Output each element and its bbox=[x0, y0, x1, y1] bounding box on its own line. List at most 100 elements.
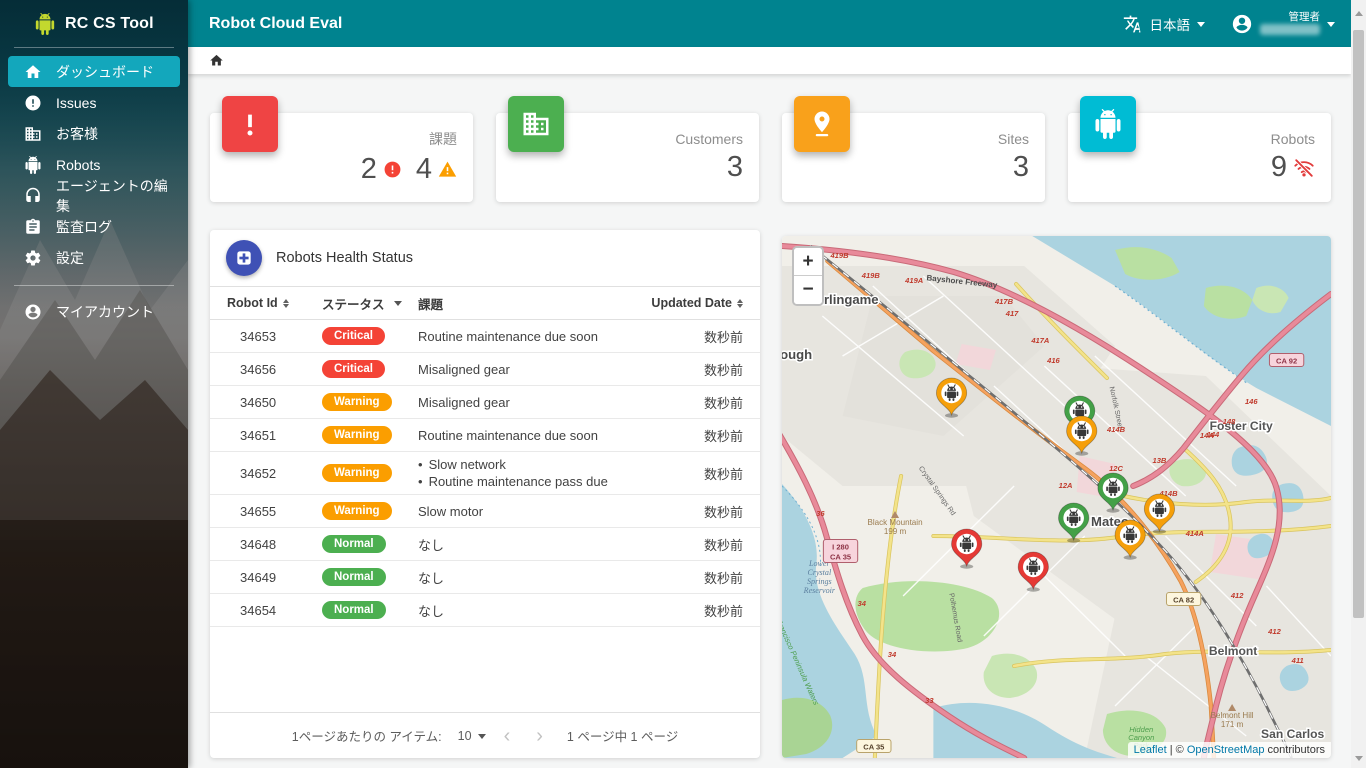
sidebar-item-issues[interactable]: Issues bbox=[8, 87, 180, 118]
table-row[interactable]: 34654 Normal なし 数秒前 bbox=[210, 594, 760, 627]
per-page-label: 1ページあたりの アイテム: bbox=[291, 730, 442, 744]
status-badge: Warning bbox=[322, 502, 392, 520]
prev-page-button[interactable]: ‹ bbox=[496, 726, 519, 746]
svg-text:417A: 417A bbox=[1030, 336, 1049, 345]
svg-text:417: 417 bbox=[1005, 309, 1019, 318]
robot-id-cell: 34651 bbox=[240, 427, 277, 443]
app-logo[interactable]: RC CS Tool bbox=[0, 0, 188, 47]
column-header-robot-id[interactable]: Robot Id bbox=[210, 296, 310, 310]
sidebar-menu: ダッシュボード Issues お客様 Robots エージェントの編集 監査ログ設定 bbox=[0, 48, 188, 273]
sidebar-item-label: 設定 bbox=[56, 249, 84, 266]
sidebar-divider bbox=[14, 285, 174, 286]
dashboard-content: 課題 2 4 Customers 3 Sites 3 Robots 9 Robo… bbox=[188, 74, 1351, 768]
sidebar-item-customers[interactable]: お客様 bbox=[8, 118, 180, 149]
zoom-out-button[interactable]: − bbox=[794, 276, 822, 304]
sidebar-item-settings[interactable]: 設定 bbox=[8, 242, 180, 273]
warning-count: 4 bbox=[415, 153, 432, 185]
table-pagination: 1ページあたりの アイテム: 10 ‹ › 1 ページ中 1 ページ bbox=[210, 712, 760, 758]
svg-text:13B: 13B bbox=[1153, 456, 1167, 465]
road-shield: CA 82 bbox=[1165, 592, 1202, 606]
page-size-select[interactable]: 10 bbox=[458, 729, 486, 743]
clipboard-text-icon bbox=[24, 218, 42, 236]
stat-card-robots[interactable]: Robots 9 bbox=[1068, 96, 1331, 202]
issues-cell: Routine maintenance due soon bbox=[418, 328, 598, 344]
stat-card-customers[interactable]: Customers 3 bbox=[496, 96, 759, 202]
svg-text:Crystal: Crystal bbox=[807, 568, 831, 577]
topbar: Robot Cloud Eval 日本語 管理者 bbox=[188, 0, 1351, 47]
office-building-icon bbox=[24, 125, 42, 143]
svg-text:Springs: Springs bbox=[807, 577, 832, 586]
table-row[interactable]: 34655 Warning Slow motor 数秒前 bbox=[210, 495, 760, 528]
svg-text:CA 35: CA 35 bbox=[830, 553, 851, 562]
updated-date-cell: 数秒前 bbox=[703, 537, 743, 553]
table-row[interactable]: 34649 Normal なし 数秒前 bbox=[210, 561, 760, 594]
user-role-label: 管理者 bbox=[1288, 11, 1321, 23]
stat-card-sites[interactable]: Sites 3 bbox=[782, 96, 1045, 202]
status-cell: Normal bbox=[310, 601, 408, 619]
stat-cards-row: 課題 2 4 Customers 3 Sites 3 Robots 9 bbox=[210, 96, 1331, 202]
sidebar-item-label: Robots bbox=[56, 156, 101, 173]
status-cell: Warning bbox=[310, 464, 408, 482]
updated-date-cell: 数秒前 bbox=[703, 329, 743, 345]
home-icon[interactable] bbox=[209, 53, 224, 68]
column-header-status[interactable]: ステータス bbox=[310, 294, 408, 313]
scrollbar-up-arrow[interactable] bbox=[1351, 6, 1366, 21]
sidebar-item-my-account[interactable]: マイアカウント bbox=[8, 296, 180, 327]
leaflet-map[interactable]: BurlingameoughMateoFoster CityBelmontSan… bbox=[782, 236, 1331, 758]
svg-text:CA 82: CA 82 bbox=[1173, 596, 1194, 605]
road-shield: CA 92 bbox=[1268, 353, 1305, 367]
column-header-issues: 課題 bbox=[418, 297, 444, 312]
column-header-updated[interactable]: Updated Date bbox=[628, 296, 760, 310]
table-row[interactable]: 34650 Warning Misaligned gear 数秒前 bbox=[210, 386, 760, 419]
issues-cell: なし bbox=[418, 537, 445, 553]
svg-text:412: 412 bbox=[1230, 591, 1244, 600]
table-row[interactable]: 34656 Critical Misaligned gear 数秒前 bbox=[210, 353, 760, 386]
zoom-in-button[interactable]: + bbox=[794, 248, 822, 276]
status-cell: Normal bbox=[310, 568, 408, 586]
map-attribution: Leaflet | © OpenStreetMap contributors bbox=[1127, 742, 1331, 758]
svg-text:12A: 12A bbox=[1059, 481, 1073, 490]
customers-count: 3 bbox=[726, 151, 743, 183]
account-circle-icon bbox=[24, 303, 42, 321]
page-scrollbar[interactable] bbox=[1351, 0, 1366, 768]
sidebar-item-label: お客様 bbox=[56, 125, 98, 142]
svg-text:Belmont Hill: Belmont Hill bbox=[1211, 711, 1254, 720]
next-page-button[interactable]: › bbox=[528, 726, 551, 746]
table-header-row: Robot Id ステータス 課題 Updated Date bbox=[210, 286, 760, 320]
svg-text:148: 148 bbox=[1223, 417, 1236, 426]
page-info: 1 ページ中 1 ページ bbox=[566, 730, 679, 744]
issues-cell: Misaligned gear bbox=[418, 394, 510, 410]
account-circle-icon bbox=[1232, 14, 1252, 33]
issues-cell: なし bbox=[418, 603, 445, 619]
svg-text:417B: 417B bbox=[994, 297, 1014, 306]
stat-label: 課題 bbox=[429, 131, 457, 147]
headset-icon bbox=[24, 187, 42, 205]
stat-card-issues[interactable]: 課題 2 4 bbox=[210, 96, 473, 202]
scrollbar-down-arrow[interactable] bbox=[1351, 751, 1366, 766]
sidebar-item-audit-log[interactable]: 監査ログ bbox=[8, 211, 180, 242]
table-row[interactable]: 34651 Warning Routine maintenance due soon… bbox=[210, 419, 760, 452]
svg-text:Black Mountain: Black Mountain bbox=[867, 518, 922, 527]
sidebar-item-agents[interactable]: エージェントの編集 bbox=[8, 178, 180, 214]
robot-id-cell: 34652 bbox=[240, 465, 277, 481]
table-row[interactable]: 34653 Critical Routine maintenance due soo… bbox=[210, 320, 760, 353]
critical-count: 2 bbox=[360, 153, 377, 185]
svg-text:33: 33 bbox=[925, 696, 934, 705]
alert-exclamation-icon bbox=[222, 96, 278, 152]
user-menu[interactable]: 管理者 bbox=[1231, 12, 1335, 35]
svg-text:144: 144 bbox=[1207, 430, 1220, 439]
sidebar-account-section: マイアカウント bbox=[0, 296, 188, 327]
svg-text:412: 412 bbox=[1267, 627, 1281, 636]
leaflet-link[interactable]: Leaflet bbox=[1134, 744, 1167, 756]
issues-cell: Slow networkRoutine maintenance pass due bbox=[408, 452, 628, 494]
svg-text:146: 146 bbox=[1245, 397, 1258, 406]
language-selector[interactable]: 日本語 bbox=[1123, 14, 1205, 34]
office-building-icon bbox=[508, 96, 564, 152]
openstreetmap-link[interactable]: OpenStreetMap bbox=[1187, 744, 1265, 756]
alert-circle-icon bbox=[384, 161, 401, 178]
scrollbar-thumb[interactable] bbox=[1353, 30, 1364, 618]
sidebar-item-dashboard[interactable]: ダッシュボード bbox=[8, 56, 180, 87]
updated-date-cell: 数秒前 bbox=[703, 570, 743, 586]
table-row[interactable]: 34648 Normal なし 数秒前 bbox=[210, 528, 760, 561]
table-row[interactable]: 34652 Warning Slow networkRoutine maintena… bbox=[210, 452, 760, 495]
